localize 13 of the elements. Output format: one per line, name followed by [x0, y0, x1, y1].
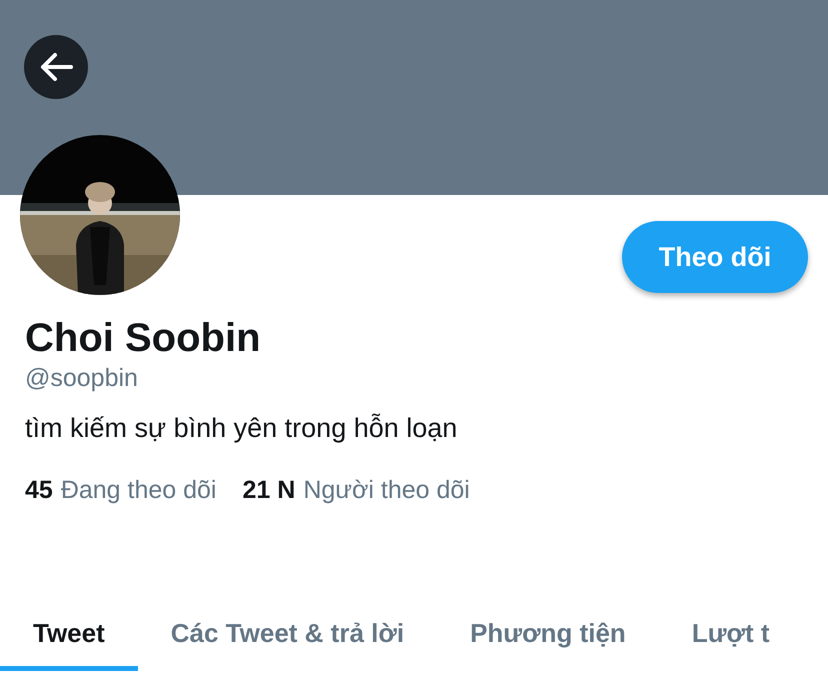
profile-tab[interactable]: Lượt t [658, 600, 803, 671]
profile-tab[interactable]: Phương tiện [437, 600, 659, 671]
follow-button[interactable]: Theo dõi [622, 221, 808, 293]
profile-handle: @soopbin [25, 363, 138, 393]
back-arrow-icon [39, 52, 73, 82]
profile-name: Choi Soobin [25, 315, 261, 361]
stat-label: Đang theo dõi [60, 475, 216, 505]
stat-label: Người theo dõi [303, 475, 470, 505]
profile-bio: tìm kiếm sự bình yên trong hỗn loạn [25, 412, 458, 445]
stat-count: 21 N [242, 475, 296, 505]
profile-tab[interactable]: Tweet [0, 600, 138, 671]
stat-count: 45 [25, 475, 53, 505]
profile-tab[interactable]: Các Tweet & trả lời [138, 600, 438, 671]
